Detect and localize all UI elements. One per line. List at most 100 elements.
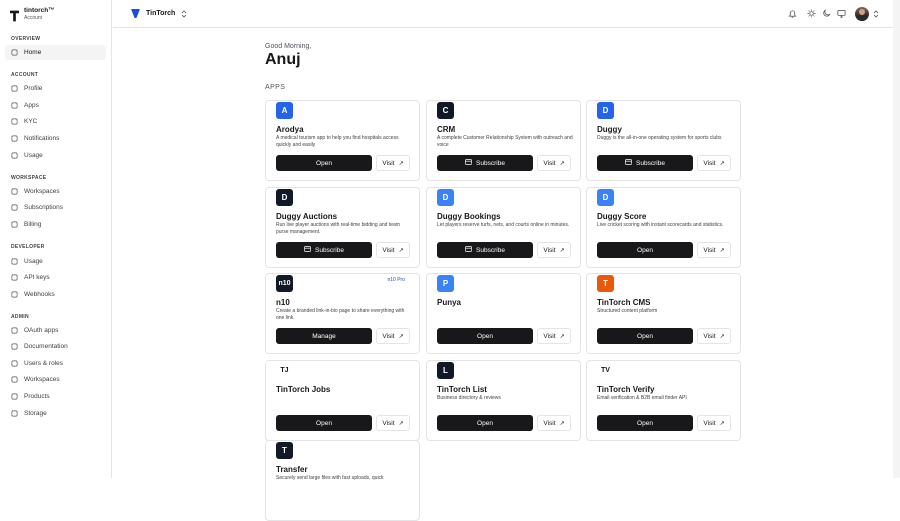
topbar: TinTorch — [113, 0, 893, 28]
open-button[interactable]: Open — [597, 328, 693, 344]
button-label: Visit — [703, 159, 716, 167]
moon-icon[interactable] — [822, 9, 831, 18]
app-name: Duggy — [597, 125, 622, 134]
app-description: Structured content platform — [597, 308, 658, 314]
sun-icon[interactable] — [807, 9, 816, 18]
app-description: Create a branded link-in-bio page to sha… — [276, 308, 405, 321]
sidebar-item-apps[interactable]: Apps — [5, 98, 106, 113]
app-name: TinTorch CMS — [597, 298, 651, 307]
users-icon — [11, 188, 18, 195]
credit-card-icon — [465, 246, 472, 254]
app-logo-icon: D — [597, 102, 614, 119]
visit-button[interactable]: Visit ↗ — [376, 328, 410, 344]
sidebar-item-label: Users & roles — [24, 360, 64, 367]
app-logo-icon: D — [597, 189, 614, 206]
avatar[interactable] — [855, 7, 869, 21]
sidebar-item-usage[interactable]: Usage — [5, 148, 106, 163]
visit-button[interactable]: Visit ↗ — [376, 155, 410, 171]
button-label: Visit — [382, 246, 395, 254]
scrollbar[interactable] — [893, 0, 900, 478]
sidebar-item-notifications[interactable]: Notifications — [5, 131, 106, 146]
subscribe-button[interactable]: Subscribe — [437, 155, 533, 171]
visit-button[interactable]: Visit ↗ — [697, 328, 731, 344]
button-label: Visit — [703, 332, 716, 340]
sidebar-item-home[interactable]: Home — [5, 45, 106, 60]
chevron-up-down-icon[interactable] — [873, 10, 879, 18]
sidebar-item-documentation[interactable]: Documentation — [5, 339, 106, 354]
visit-button[interactable]: Visit ↗ — [697, 242, 731, 258]
sidebar-item-label: Workspaces — [24, 188, 60, 195]
monitor-icon[interactable] — [837, 9, 846, 18]
sidebar-item-workspaces[interactable]: Workspaces — [5, 372, 106, 387]
visit-button[interactable]: Visit ↗ — [376, 242, 410, 258]
external-link-icon: ↗ — [559, 420, 565, 427]
brand[interactable]: tintorch™ Account — [10, 7, 55, 22]
sidebar-item-profile[interactable]: Profile — [5, 81, 106, 96]
sidebar-item-oauth-apps[interactable]: OAuth apps — [5, 323, 106, 338]
manage-button[interactable]: Manage — [276, 328, 372, 344]
sidebar-item-usage[interactable]: Usage — [5, 254, 106, 269]
chart-icon — [11, 152, 18, 159]
visit-button[interactable]: Visit ↗ — [376, 415, 410, 431]
sidebar-item-webhooks[interactable]: Webhooks — [5, 287, 106, 302]
button-label: Visit — [703, 246, 716, 254]
workspace-name: TinTorch — [146, 10, 176, 17]
subscribe-button[interactable]: Subscribe — [597, 155, 693, 171]
button-label: Subscribe — [476, 246, 505, 254]
lock-icon — [11, 327, 18, 334]
subscribe-button[interactable]: Subscribe — [276, 242, 372, 258]
button-label: Visit — [543, 419, 556, 427]
app-logo-icon: D — [437, 189, 454, 206]
app-card: D Duggy Duggy is the all-in-one operating … — [586, 100, 741, 181]
open-button[interactable]: Open — [437, 415, 533, 431]
app-description: Live cricket scoring with instant scorec… — [597, 222, 724, 228]
app-description: Email verification & B2B email finder AP… — [597, 395, 687, 401]
sidebar-item-billing[interactable]: Billing — [5, 217, 106, 232]
sidebar-item-kyc[interactable]: KYC — [5, 114, 106, 129]
app-logo-icon: n10 — [276, 275, 293, 292]
visit-button[interactable]: Visit ↗ — [537, 155, 571, 171]
sidebar-item-products[interactable]: Products — [5, 389, 106, 404]
sidebar-item-label: Notifications — [24, 135, 60, 142]
visit-button[interactable]: Visit ↗ — [697, 155, 731, 171]
button-label: Visit — [382, 332, 395, 340]
open-button[interactable]: Open — [597, 242, 693, 258]
external-link-icon: ↗ — [559, 333, 565, 340]
bell-icon[interactable] — [788, 9, 797, 18]
button-label: Visit — [543, 332, 556, 340]
external-link-icon: ↗ — [398, 160, 404, 167]
sidebar-section-title: ADMIN — [11, 314, 29, 320]
sidebar-item-label: Webhooks — [24, 291, 55, 298]
external-link-icon: ↗ — [719, 420, 725, 427]
app-logo-icon: T — [597, 275, 614, 292]
book-icon — [11, 343, 18, 350]
open-button[interactable]: Open — [597, 415, 693, 431]
sidebar-item-label: API keys — [24, 274, 50, 281]
button-label: Visit — [543, 159, 556, 167]
sidebar-item-label: Profile — [24, 85, 43, 92]
visit-button[interactable]: Visit ↗ — [697, 415, 731, 431]
credit-card-icon — [304, 246, 311, 254]
open-button[interactable]: Open — [437, 328, 533, 344]
sidebar-item-api-keys[interactable]: API keys — [5, 270, 106, 285]
sidebar-item-storage[interactable]: Storage — [5, 406, 106, 421]
app-name: TinTorch List — [437, 385, 487, 394]
button-label: Visit — [382, 159, 395, 167]
users-icon — [11, 360, 18, 367]
app-name: Transfer — [276, 465, 308, 474]
sidebar-item-workspaces[interactable]: Workspaces — [5, 184, 106, 199]
app-card: T Transfer Securely send large files with … — [265, 440, 420, 521]
sidebar: tintorch™ Account OVERVIEW Home ACCOUNT Pro… — [0, 0, 112, 478]
workspace-switcher[interactable]: TinTorch — [125, 6, 193, 21]
sidebar-section-title: OVERVIEW — [11, 36, 41, 42]
sidebar-item-subscriptions[interactable]: Subscriptions — [5, 200, 106, 215]
visit-button[interactable]: Visit ↗ — [537, 242, 571, 258]
open-button[interactable]: Open — [276, 415, 372, 431]
subscribe-button[interactable]: Subscribe — [437, 242, 533, 258]
sidebar-item-users-roles[interactable]: Users & roles — [5, 356, 106, 371]
app-description: Run live player auctions with real-time … — [276, 222, 400, 235]
button-label: Open — [316, 419, 332, 427]
open-button[interactable]: Open — [276, 155, 372, 171]
visit-button[interactable]: Visit ↗ — [537, 415, 571, 431]
visit-button[interactable]: Visit ↗ — [537, 328, 571, 344]
